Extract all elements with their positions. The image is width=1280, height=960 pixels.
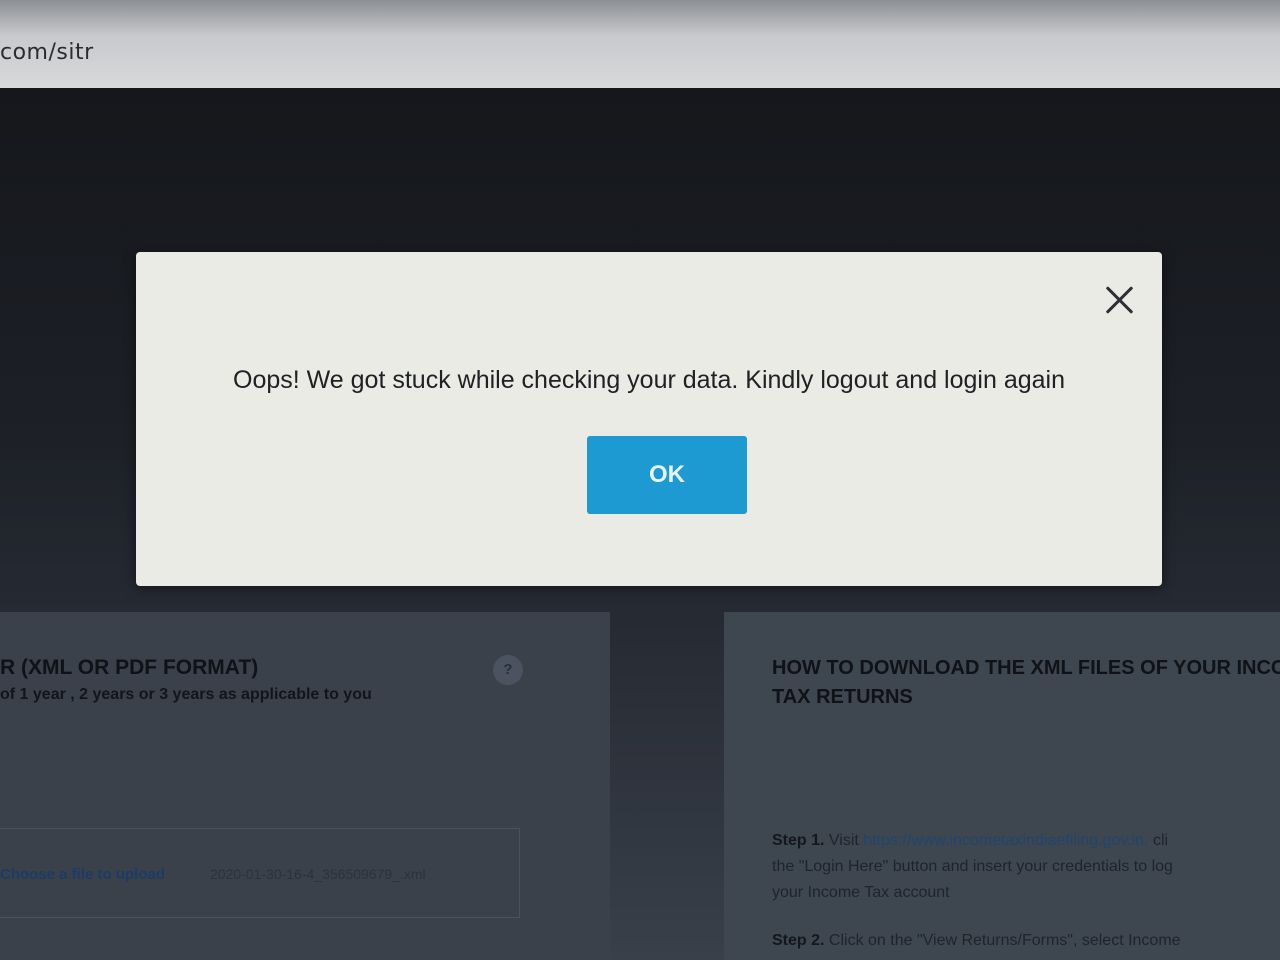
help-icon[interactable]: ? [493, 655, 523, 685]
ok-button[interactable]: OK [587, 436, 747, 514]
step-2-label: Step 2. [772, 932, 825, 949]
howto-title-line-2: TAX RETURNS [772, 686, 913, 708]
step-1-text-b: cli [1152, 832, 1169, 849]
modal-message: Oops! We got stuck while checking your d… [233, 366, 1065, 394]
selected-file-name: 2020-01-30-16-4_356509679_.xml [210, 866, 426, 882]
step-2: Step 2. Click on the "View Returns/Forms… [772, 928, 1280, 954]
close-icon[interactable] [1104, 284, 1136, 316]
error-modal: Oops! We got stuck while checking your d… [136, 252, 1162, 586]
choose-file-button[interactable]: Choose a file to upload [0, 866, 165, 883]
step-1-text-a: Visit [828, 832, 859, 849]
incometax-link[interactable]: https://www.incometaxindiaefiling.gov.in… [863, 832, 1148, 849]
step-2-text: Click on the "View Returns/Forms", selec… [828, 932, 1181, 949]
step-1-line-3: your Income Tax account [772, 884, 950, 901]
howto-title: HOW TO DOWNLOAD THE XML FILES OF YOUR IN… [772, 654, 1280, 712]
upload-section-title: R (XML OR PDF FORMAT) [0, 656, 259, 679]
upload-section-subtitle: of 1 year , 2 years or 3 years as applic… [0, 686, 372, 703]
step-1-label: Step 1. [772, 832, 825, 849]
step-1-line-2: the "Login Here" button and insert your … [772, 858, 1173, 875]
step-1: Step 1. Visit https://www.incometaxindia… [772, 828, 1280, 906]
address-bar-url[interactable]: com/sitr [0, 40, 94, 65]
browser-address-bar[interactable]: com/sitr [0, 0, 1280, 88]
howto-title-line-1: HOW TO DOWNLOAD THE XML FILES OF YOUR IN… [772, 657, 1280, 679]
